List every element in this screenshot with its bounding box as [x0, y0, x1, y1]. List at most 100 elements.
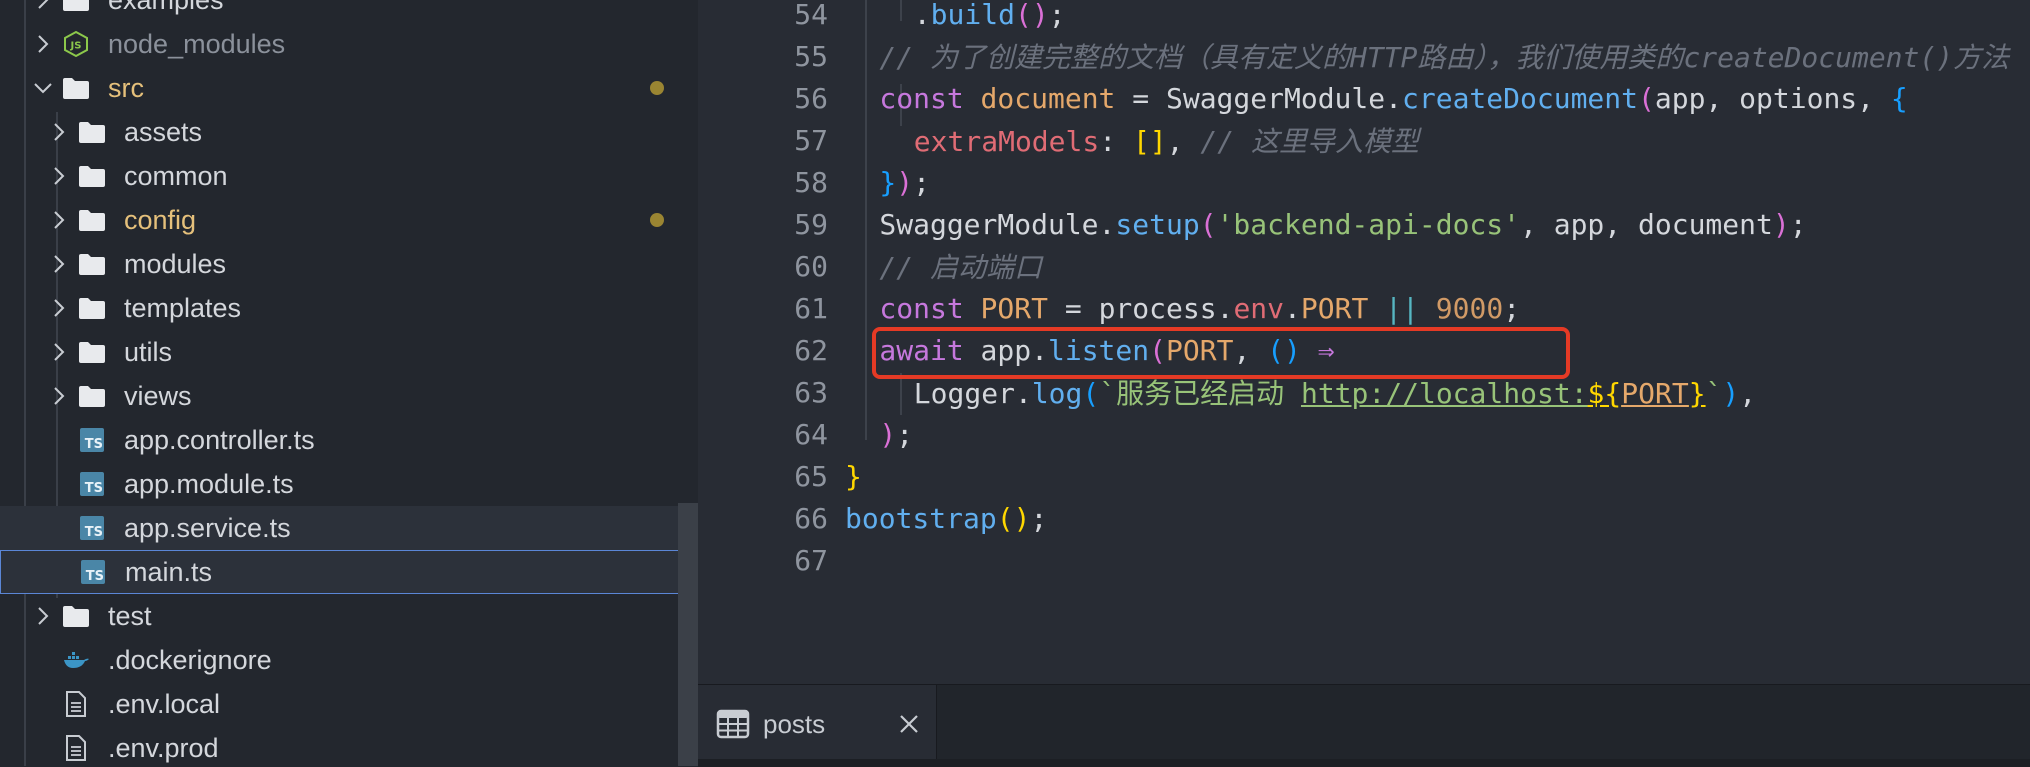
- line-number: 60: [794, 249, 828, 283]
- folder-item-modules[interactable]: modules: [0, 242, 698, 286]
- explorer-item-label: test: [108, 600, 152, 631]
- code-line[interactable]: 54 .build();: [698, 0, 2030, 35]
- code-token: const: [879, 81, 981, 115]
- chevron-right-icon[interactable]: [46, 207, 72, 233]
- code-token: .: [1014, 377, 1032, 410]
- folder-icon: [78, 338, 106, 366]
- code-token: createDocument: [1402, 81, 1639, 115]
- explorer-item-label: app.service.ts: [124, 512, 291, 543]
- code-token: `: [1705, 377, 1723, 410]
- file-item-app-module-ts[interactable]: TS app.module.ts: [0, 462, 698, 506]
- code-token: =: [1047, 291, 1099, 325]
- chevron-right-icon[interactable]: [30, 31, 56, 57]
- docker-icon: [62, 646, 90, 674]
- code-token: ${: [1587, 377, 1622, 410]
- line-number: 57: [794, 123, 828, 157]
- typescript-file-icon: TS: [78, 426, 106, 454]
- code-token: ): [896, 165, 914, 199]
- chevron-right-icon[interactable]: [46, 119, 72, 145]
- explorer-item-label: config: [124, 204, 197, 235]
- code-token: (: [1638, 81, 1655, 115]
- file-item-app-service-ts[interactable]: TS app.service.ts: [0, 506, 698, 550]
- code-token: build: [930, 0, 1015, 31]
- code-line[interactable]: 60 // 启动端口: [698, 245, 2030, 287]
- code-token: }: [879, 165, 897, 199]
- code-line[interactable]: 57 extraModels: [], // 这里导入模型: [698, 119, 2030, 161]
- folder-item-assets[interactable]: assets: [0, 110, 698, 154]
- code-token: const: [879, 291, 981, 325]
- code-token: ): [1772, 207, 1790, 241]
- folder-icon: [78, 250, 106, 278]
- folder-item-views[interactable]: views: [0, 374, 698, 418]
- file-item-env-prod[interactable]: .env.prod: [0, 726, 698, 766]
- explorer-item-label: app.module.ts: [124, 468, 294, 499]
- code-token: bootstrap: [845, 501, 997, 535]
- code-token: SwaggerModule: [879, 207, 1099, 241]
- ts-badge: TS: [80, 472, 104, 496]
- explorer-item-label: views: [124, 380, 192, 411]
- code-line[interactable]: 67: [698, 539, 2030, 581]
- file-item-app-controller-ts[interactable]: TS app.controller.ts: [0, 418, 698, 462]
- explorer-item-label: src: [108, 72, 144, 103]
- line-number: 63: [794, 375, 828, 409]
- code-line[interactable]: 56 const document = SwaggerModule.createD…: [698, 77, 2030, 119]
- line-number: 54: [794, 0, 828, 31]
- tab-posts[interactable]: posts: [698, 685, 937, 767]
- chevron-down-icon[interactable]: [30, 75, 56, 101]
- ts-badge: TS: [80, 516, 104, 540]
- file-item-dockerignore[interactable]: .dockerignore: [0, 638, 698, 682]
- line-number: 65: [794, 459, 828, 493]
- file-item-main-ts[interactable]: TS main.ts: [0, 550, 698, 594]
- folder-item-templates[interactable]: templates: [0, 286, 698, 330]
- code-token: (: [1199, 207, 1217, 241]
- code-content: SwaggerModule.setup('backend-api-docs', …: [879, 208, 1806, 241]
- table-icon: [716, 707, 750, 741]
- chevron-right-icon[interactable]: [46, 339, 72, 365]
- typescript-file-icon: TS: [79, 558, 107, 586]
- code-token: // 为了创建完整的文档（具有定义的HTTP路由），我们使用类的createDo…: [879, 41, 2010, 74]
- code-content: bootstrap();: [845, 502, 1047, 535]
- file-item-env-local[interactable]: .env.local: [0, 682, 698, 726]
- close-icon[interactable]: [892, 707, 926, 741]
- explorer-item-label: node_modules: [108, 28, 286, 59]
- code-line[interactable]: 65}: [698, 455, 2030, 497]
- explorer-item-label: examples: [108, 0, 224, 16]
- code-content: });: [879, 166, 930, 199]
- explorer-item-label: common: [124, 160, 228, 191]
- folder-item-config[interactable]: config: [0, 198, 698, 242]
- code-line[interactable]: 55 // 为了创建完整的文档（具有定义的HTTP路由），我们使用类的create…: [698, 35, 2030, 77]
- line-number: 64: [794, 417, 828, 451]
- nodejs-folder-icon: JS: [62, 30, 90, 58]
- folder-item-src[interactable]: src: [0, 66, 698, 110]
- chevron-right-icon[interactable]: [46, 251, 72, 277]
- folder-item-test[interactable]: test: [0, 594, 698, 638]
- code-token: .: [1385, 81, 1402, 115]
- code-token: []: [1132, 125, 1167, 158]
- explorer-scrollbar[interactable]: [678, 503, 698, 766]
- code-token: app, options,: [1654, 81, 1891, 115]
- chevron-right-icon[interactable]: [30, 603, 56, 629]
- code-line[interactable]: 59 SwaggerModule.setup('backend-api-docs'…: [698, 203, 2030, 245]
- code-line[interactable]: 66 bootstrap();: [698, 497, 2030, 539]
- chevron-right-icon[interactable]: [30, 0, 56, 13]
- code-token: (: [1014, 0, 1032, 31]
- code-token: ): [1013, 501, 1031, 535]
- chevron-right-icon[interactable]: [46, 383, 72, 409]
- code-line[interactable]: 64);: [698, 413, 2030, 455]
- folder-icon: [78, 294, 106, 322]
- code-token: , app, document: [1520, 207, 1773, 241]
- folder-item-utils[interactable]: utils: [0, 330, 698, 374]
- folder-icon: [78, 382, 106, 410]
- code-line[interactable]: 58});: [698, 161, 2030, 203]
- code-token: (: [996, 501, 1014, 535]
- folder-item-node-modules[interactable]: JS node_modules: [0, 22, 698, 66]
- explorer-item-label: main.ts: [125, 556, 213, 587]
- chevron-right-icon[interactable]: [46, 163, 72, 189]
- folder-item-examples[interactable]: examples: [0, 0, 698, 22]
- folder-icon: [62, 0, 90, 14]
- folder-item-common[interactable]: common: [0, 154, 698, 198]
- code-line[interactable]: 61 const PORT = process.env.PORT || 9000;: [698, 287, 2030, 329]
- code-content: const document = SwaggerModule.createDoc…: [879, 82, 1907, 115]
- chevron-right-icon[interactable]: [46, 295, 72, 321]
- code-token: log: [1031, 377, 1083, 410]
